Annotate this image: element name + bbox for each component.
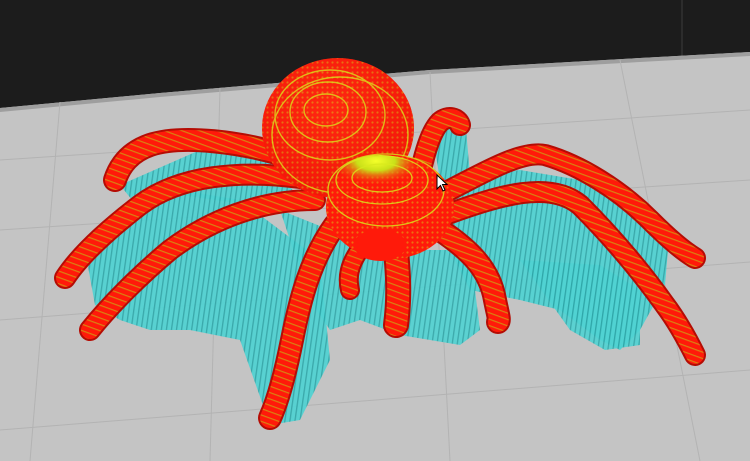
scene: [0, 0, 750, 461]
spider-fang-base: [354, 229, 406, 261]
3d-viewport[interactable]: [0, 0, 750, 461]
